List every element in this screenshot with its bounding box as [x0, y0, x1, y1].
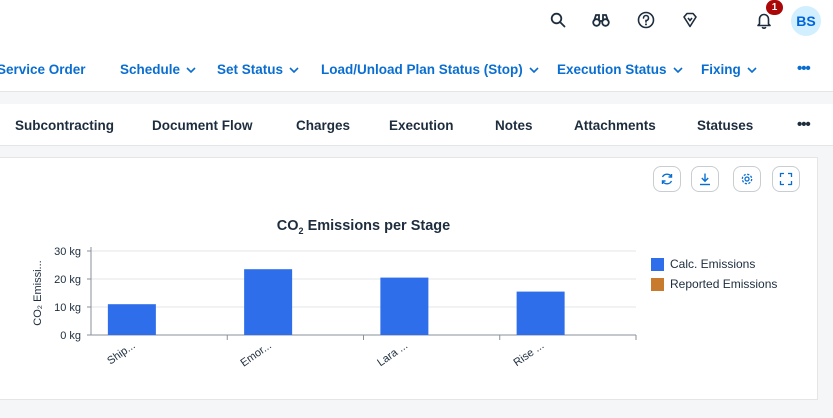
actions-overflow-button[interactable]: ••• — [797, 60, 811, 77]
chevron-down-icon — [529, 62, 539, 77]
y-tick-label: 30 kg — [54, 246, 81, 258]
y-tick-label: 10 kg — [54, 302, 81, 314]
legend-label-calc: Calc. Emissions — [670, 257, 756, 271]
x-tick-label: Rise ... — [511, 340, 546, 369]
schedule-label: Schedule — [120, 62, 181, 77]
y-tick-label: 20 kg — [54, 274, 81, 286]
fixing-menu-button[interactable]: Fixing — [701, 62, 757, 77]
chevron-down-icon — [289, 62, 299, 77]
avatar[interactable]: BS — [791, 6, 821, 36]
bar-chart: 0 kg 10 kg 20 kg 30 kg CO₂ Emissi... Ship... E… — [32, 246, 637, 370]
tab-execution[interactable]: Execution — [389, 118, 454, 133]
legend-item-reported-emissions[interactable]: Reported Emissions — [651, 275, 777, 293]
load-unload-plan-status-label: Load/Unload Plan Status (Stop) — [321, 62, 523, 77]
bar-calc-1 — [244, 269, 293, 335]
tabs-overflow-button[interactable]: ••• — [797, 116, 811, 133]
bar-calc-3 — [516, 291, 565, 335]
x-tick-label: Lara ... — [375, 340, 410, 369]
x-tick-label: Ship... — [105, 340, 137, 368]
legend-item-calc-emissions[interactable]: Calc. Emissions — [651, 255, 777, 273]
load-unload-plan-status-menu-button[interactable]: Load/Unload Plan Status (Stop) — [321, 62, 539, 77]
tab-notes[interactable]: Notes — [495, 118, 533, 133]
service-order-label: Service Order — [0, 62, 86, 77]
execution-status-label: Execution Status — [557, 62, 667, 77]
legend-swatch-reported — [651, 277, 664, 291]
set-status-menu-button[interactable]: Set Status — [217, 62, 299, 77]
tab-document-flow[interactable]: Document Flow — [152, 118, 253, 133]
fullscreen-icon[interactable] — [772, 166, 800, 192]
x-tick-label: Emor... — [238, 340, 273, 370]
diamond-icon[interactable] — [678, 8, 702, 32]
chevron-down-icon — [186, 62, 196, 77]
binoculars-icon[interactable] — [589, 8, 613, 32]
y-axis-label: CO₂ Emissi... — [32, 260, 44, 325]
search-icon[interactable] — [546, 8, 570, 32]
tab-attachments[interactable]: Attachments — [574, 118, 656, 133]
emissions-chart-card: CO2 Emissions per Stage 0 kg 10 kg 20 kg 30… — [0, 157, 818, 400]
shell-bar: 1 BS — [0, 0, 833, 42]
action-toolbar: Service Order Schedule Set Status Load/U… — [0, 42, 833, 92]
fixing-label: Fixing — [701, 62, 741, 77]
bar-calc-2 — [380, 277, 429, 335]
chart-legend: Calc. Emissions Reported Emissions — [651, 255, 777, 295]
tab-statuses[interactable]: Statuses — [697, 118, 753, 133]
notification-badge: 1 — [766, 0, 783, 15]
refresh-icon[interactable] — [653, 166, 681, 192]
bar-calc-0 — [107, 304, 156, 335]
settings-icon[interactable] — [733, 166, 761, 192]
set-status-label: Set Status — [217, 62, 284, 77]
legend-label-reported: Reported Emissions — [670, 277, 778, 291]
chevron-down-icon — [747, 62, 757, 77]
y-tick-label: 0 kg — [60, 330, 81, 342]
legend-swatch-calc — [651, 257, 664, 271]
chevron-down-icon — [672, 62, 683, 77]
execution-status-menu-button[interactable]: Execution Status — [557, 62, 683, 77]
schedule-menu-button[interactable]: Schedule — [120, 62, 196, 77]
help-icon[interactable] — [634, 8, 658, 32]
tab-charges[interactable]: Charges — [296, 118, 350, 133]
section-tabs: Subcontracting Document Flow Charges Exe… — [0, 104, 833, 146]
service-order-button[interactable]: Service Order — [0, 62, 86, 77]
tab-subcontracting[interactable]: Subcontracting — [15, 118, 114, 133]
download-icon[interactable] — [691, 166, 719, 192]
